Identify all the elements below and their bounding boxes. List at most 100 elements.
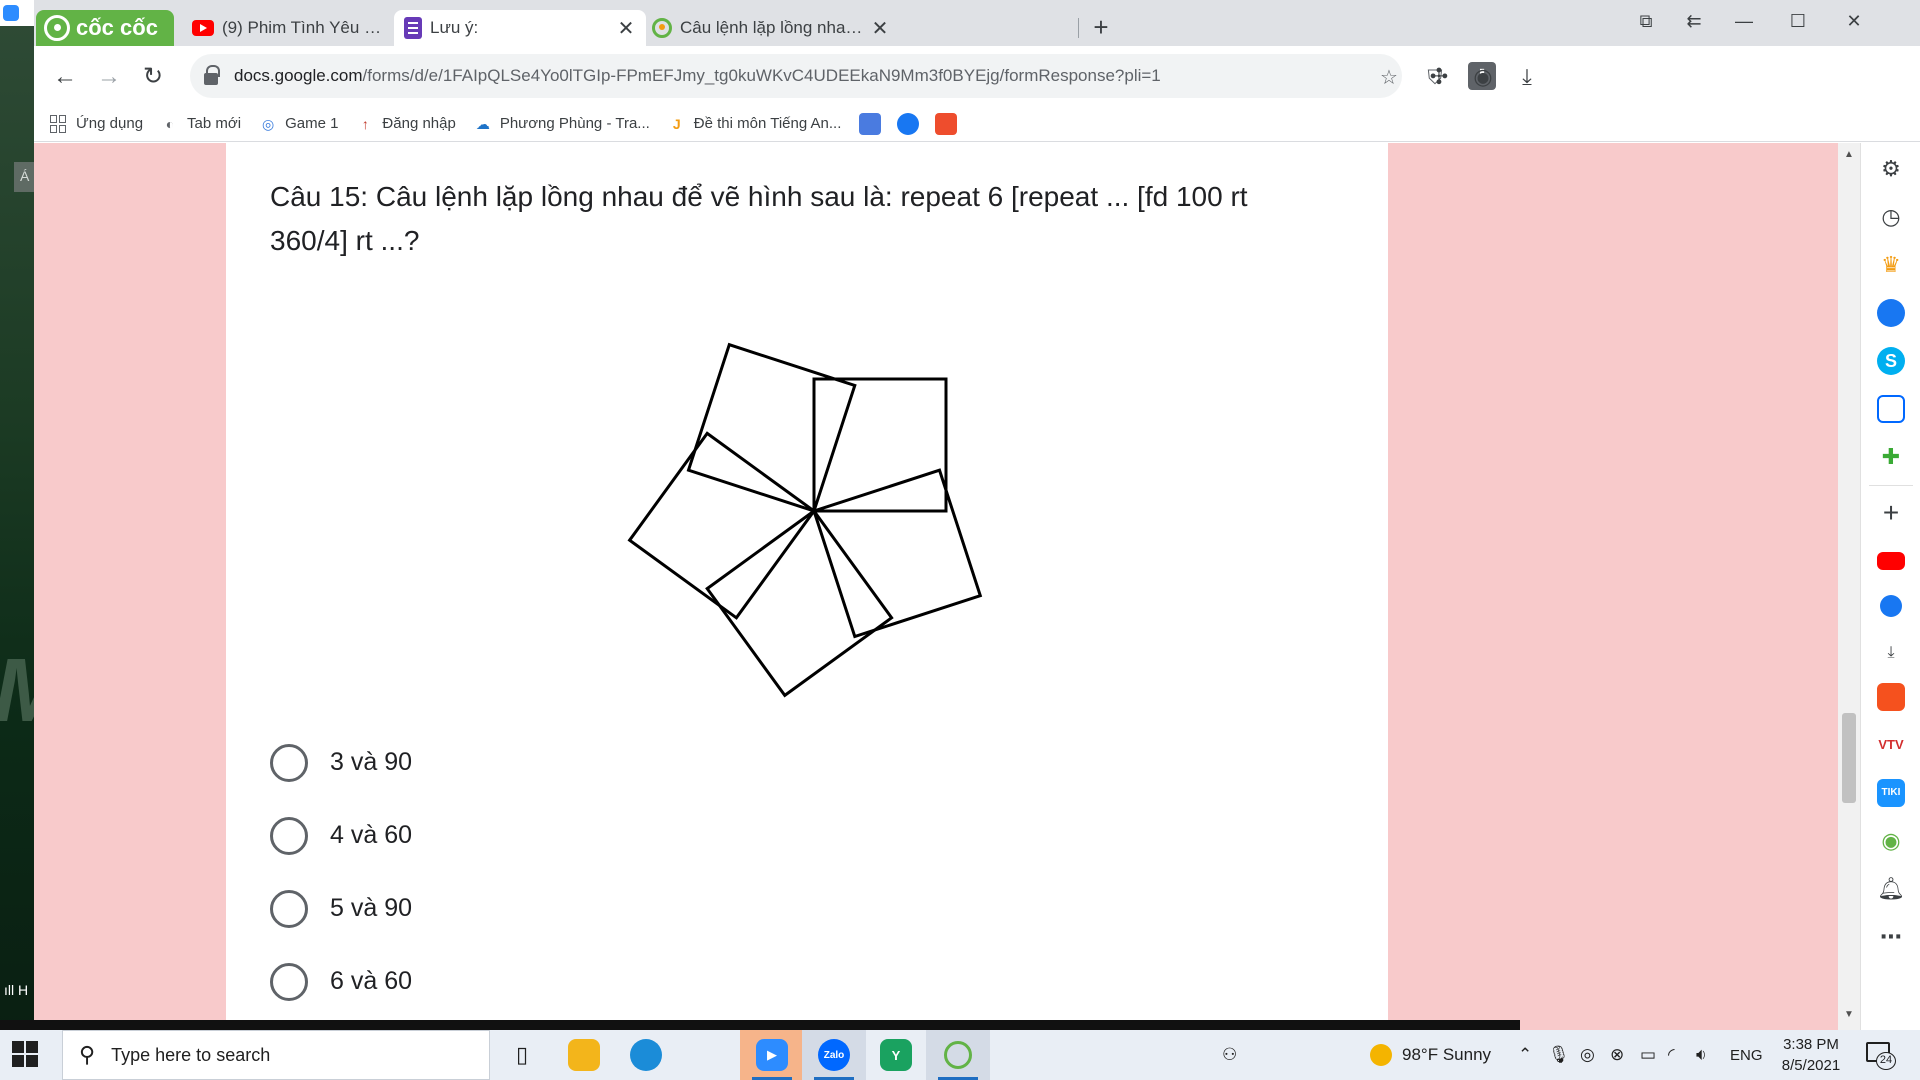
tab-coccoc-search[interactable]: Câu lệnh lặp lồng nhau để vẽ ✕ bbox=[642, 10, 900, 46]
bookmark-english-test[interactable]: J Đề thi môn Tiếng An... bbox=[668, 115, 842, 133]
notification-center-icon[interactable]: 24 bbox=[1866, 1042, 1896, 1070]
apps-grid-icon bbox=[50, 114, 68, 133]
background-signal-text: ıll H bbox=[4, 982, 29, 998]
bookmark-login[interactable]: ↑ Đăng nhập bbox=[356, 115, 456, 133]
option-a[interactable]: 3 và 90 bbox=[270, 726, 412, 799]
scroll-down-arrow-icon[interactable]: ▼ bbox=[1844, 1009, 1854, 1020]
volume-icon[interactable]: 🔉︎ bbox=[1696, 1030, 1707, 1080]
coccoc-app-icon[interactable] bbox=[926, 1030, 990, 1080]
microphone-icon[interactable]: 🎙︎ bbox=[1548, 1030, 1570, 1080]
close-icon[interactable]: ✕ bbox=[870, 16, 890, 41]
question-figure bbox=[627, 342, 983, 698]
square-path bbox=[812, 468, 983, 639]
radio-button[interactable] bbox=[270, 889, 308, 928]
edge-icon[interactable] bbox=[614, 1030, 678, 1080]
history-icon[interactable]: ◷ bbox=[1877, 203, 1905, 231]
facebook-icon[interactable] bbox=[1880, 595, 1902, 617]
zalo-icon[interactable] bbox=[1877, 395, 1905, 423]
translate-icon[interactable] bbox=[859, 112, 882, 135]
coccoc-extension-icon[interactable]: ◉ bbox=[1877, 827, 1905, 855]
battery-icon[interactable]: ▭ bbox=[1640, 1030, 1656, 1080]
language-indicator[interactable]: ENG bbox=[1730, 1030, 1763, 1080]
new-tab-button[interactable]: + bbox=[1086, 12, 1116, 43]
taskbar-search-input[interactable]: ⚲ Type here to search bbox=[62, 1030, 490, 1080]
more-icon[interactable]: ⋯ bbox=[1877, 923, 1905, 951]
task-view-icon[interactable]: ▯ bbox=[490, 1030, 554, 1080]
reload-button[interactable]: ↻ bbox=[136, 60, 170, 94]
zalo-tray-icon[interactable]: ◎ bbox=[1580, 1030, 1595, 1080]
tiki-icon[interactable]: TIKI bbox=[1877, 779, 1905, 807]
zalo-app-icon[interactable]: Zalo bbox=[802, 1030, 866, 1080]
close-icon[interactable]: ✕ bbox=[616, 16, 636, 41]
shopee-icon[interactable] bbox=[935, 112, 958, 135]
tab-separator bbox=[1078, 18, 1079, 38]
download-icon[interactable]: ⤓ bbox=[1877, 639, 1905, 667]
zoom-app-icon[interactable]: ▶ bbox=[740, 1030, 804, 1080]
scroll-up-arrow-icon[interactable]: ▲ bbox=[1844, 149, 1854, 160]
green-app-icon[interactable]: Y bbox=[864, 1030, 928, 1080]
forward-button[interactable]: → bbox=[92, 60, 126, 94]
url-host: docs.google.com bbox=[234, 66, 363, 85]
question-card: Câu 15: Câu lệnh lặp lồng nhau để vẽ hìn… bbox=[226, 143, 1388, 1030]
radio-button[interactable] bbox=[270, 816, 308, 855]
google-forms-icon bbox=[404, 17, 422, 39]
radio-button[interactable] bbox=[270, 743, 308, 782]
youtube-icon[interactable] bbox=[1877, 552, 1905, 570]
gamepad-icon[interactable]: ✚ bbox=[1877, 443, 1905, 471]
window-edge-shadow bbox=[0, 1020, 1520, 1030]
settings-icon[interactable]: ⚙ bbox=[1877, 155, 1905, 183]
radio-button[interactable] bbox=[270, 962, 308, 1001]
messenger-icon[interactable] bbox=[1877, 299, 1905, 327]
scrollbar-thumb[interactable] bbox=[1842, 713, 1856, 803]
square-path bbox=[812, 377, 948, 513]
downloads-icon[interactable]: ⤓ bbox=[1510, 60, 1544, 94]
bell-icon[interactable]: 🔔︎ bbox=[1877, 875, 1905, 903]
minimize-button[interactable]: — bbox=[1724, 6, 1764, 36]
vtv-icon[interactable]: VTV bbox=[1877, 731, 1905, 759]
bookmark-star-icon[interactable]: ☆ bbox=[1376, 65, 1402, 91]
back-forward-cache-icon[interactable]: ⇇ bbox=[1674, 6, 1714, 36]
close-window-button[interactable]: ✕ bbox=[1834, 6, 1874, 36]
profile-icon[interactable]: ◉ bbox=[1466, 60, 1500, 94]
bookmark-label: Đăng nhập bbox=[382, 115, 456, 132]
extensions-icon[interactable]: ✣ bbox=[1422, 60, 1456, 94]
network-error-icon[interactable]: ⊗ bbox=[1610, 1030, 1624, 1080]
bookmark-apps[interactable]: Ứng dụng bbox=[50, 114, 143, 133]
zoom-icon bbox=[3, 5, 19, 21]
weather-widget[interactable]: 98°F Sunny bbox=[1370, 1030, 1491, 1080]
globe-icon: ◐ bbox=[165, 115, 175, 132]
option-b[interactable]: 4 và 60 bbox=[270, 799, 412, 872]
background-window-label: Á bbox=[14, 162, 34, 192]
tab-google-form[interactable]: Lưu ý: ✕ bbox=[394, 10, 646, 46]
option-c[interactable]: 5 và 90 bbox=[270, 872, 412, 945]
weather-text: 98°F Sunny bbox=[1402, 1045, 1492, 1064]
url-text[interactable]: docs.google.com/forms/d/e/1FAIpQLSe4Yo0l… bbox=[234, 66, 1161, 86]
browser-toolbar: ← → ↻ docs.google.com/forms/d/e/1FAIpQLS… bbox=[34, 46, 1920, 106]
bookmark-new-tab[interactable]: ◐ Tab mới bbox=[161, 115, 241, 133]
people-icon[interactable]: ⚇ bbox=[1222, 1030, 1237, 1080]
add-icon[interactable]: + bbox=[1877, 499, 1905, 527]
back-button[interactable]: ← bbox=[48, 60, 82, 94]
address-bar[interactable]: docs.google.com/forms/d/e/1FAIpQLSe4Yo0l… bbox=[190, 54, 1496, 98]
bookmark-game[interactable]: ◎ Game 1 bbox=[259, 115, 338, 133]
taskbar-clock[interactable]: 3:38 PM 8/5/2021 bbox=[1776, 1034, 1846, 1076]
file-explorer-icon[interactable] bbox=[552, 1030, 616, 1080]
browser-window: cốc cốc (9) Phim Tình Yêu Học Đường ✕ Lư… bbox=[34, 0, 1920, 1030]
bookmark-onedrive[interactable]: ☁ Phương Phùng - Tra... bbox=[474, 115, 650, 133]
coccoc-menu-button[interactable]: cốc cốc bbox=[36, 10, 174, 46]
lock-icon[interactable] bbox=[204, 65, 220, 85]
tab-youtube[interactable]: (9) Phim Tình Yêu Học Đường ✕ bbox=[182, 10, 426, 46]
maximize-button[interactable]: ☐ bbox=[1778, 6, 1818, 36]
option-d[interactable]: 6 và 60 bbox=[270, 945, 412, 1018]
skype-icon[interactable]: S bbox=[1877, 347, 1905, 375]
crown-icon[interactable]: ♛ bbox=[1877, 251, 1905, 279]
windows-start-icon[interactable] bbox=[12, 1041, 38, 1067]
wifi-icon[interactable]: ◜ bbox=[1668, 1030, 1675, 1080]
show-hidden-icons-button[interactable]: ⌃ bbox=[1518, 1030, 1532, 1080]
page-scrollbar[interactable]: ▲ ▼ bbox=[1838, 143, 1860, 1030]
bookmark-label: Game 1 bbox=[285, 115, 339, 132]
shop-88-icon[interactable] bbox=[1877, 683, 1905, 711]
facebook-icon[interactable] bbox=[897, 112, 920, 135]
tab-search-icon[interactable]: ⧉ bbox=[1626, 6, 1666, 36]
tab-strip: cốc cốc (9) Phim Tình Yêu Học Đường ✕ Lư… bbox=[34, 0, 1920, 46]
